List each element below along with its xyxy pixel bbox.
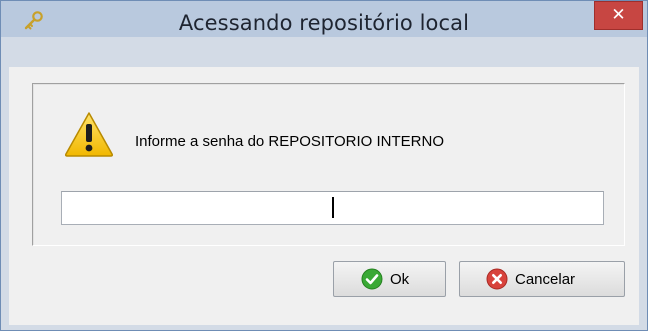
ok-button[interactable]: Ok [333,261,446,297]
x-circle-icon [486,268,508,290]
close-icon: ✕ [611,5,626,25]
text-caret [332,197,334,218]
cancel-button[interactable]: Cancelar [459,261,625,297]
ok-button-label: Ok [390,270,410,288]
window-title: Acessando repositório local [178,11,470,35]
warning-icon [64,112,114,157]
check-circle-icon [361,268,383,290]
close-button[interactable]: ✕ [594,1,643,30]
title-bar[interactable]: Acessando repositório local ✕ [1,1,647,37]
cancel-button-label: Cancelar [515,270,576,288]
prompt-message: Informe a senha do REPOSITORIO INTERNO [135,133,444,150]
